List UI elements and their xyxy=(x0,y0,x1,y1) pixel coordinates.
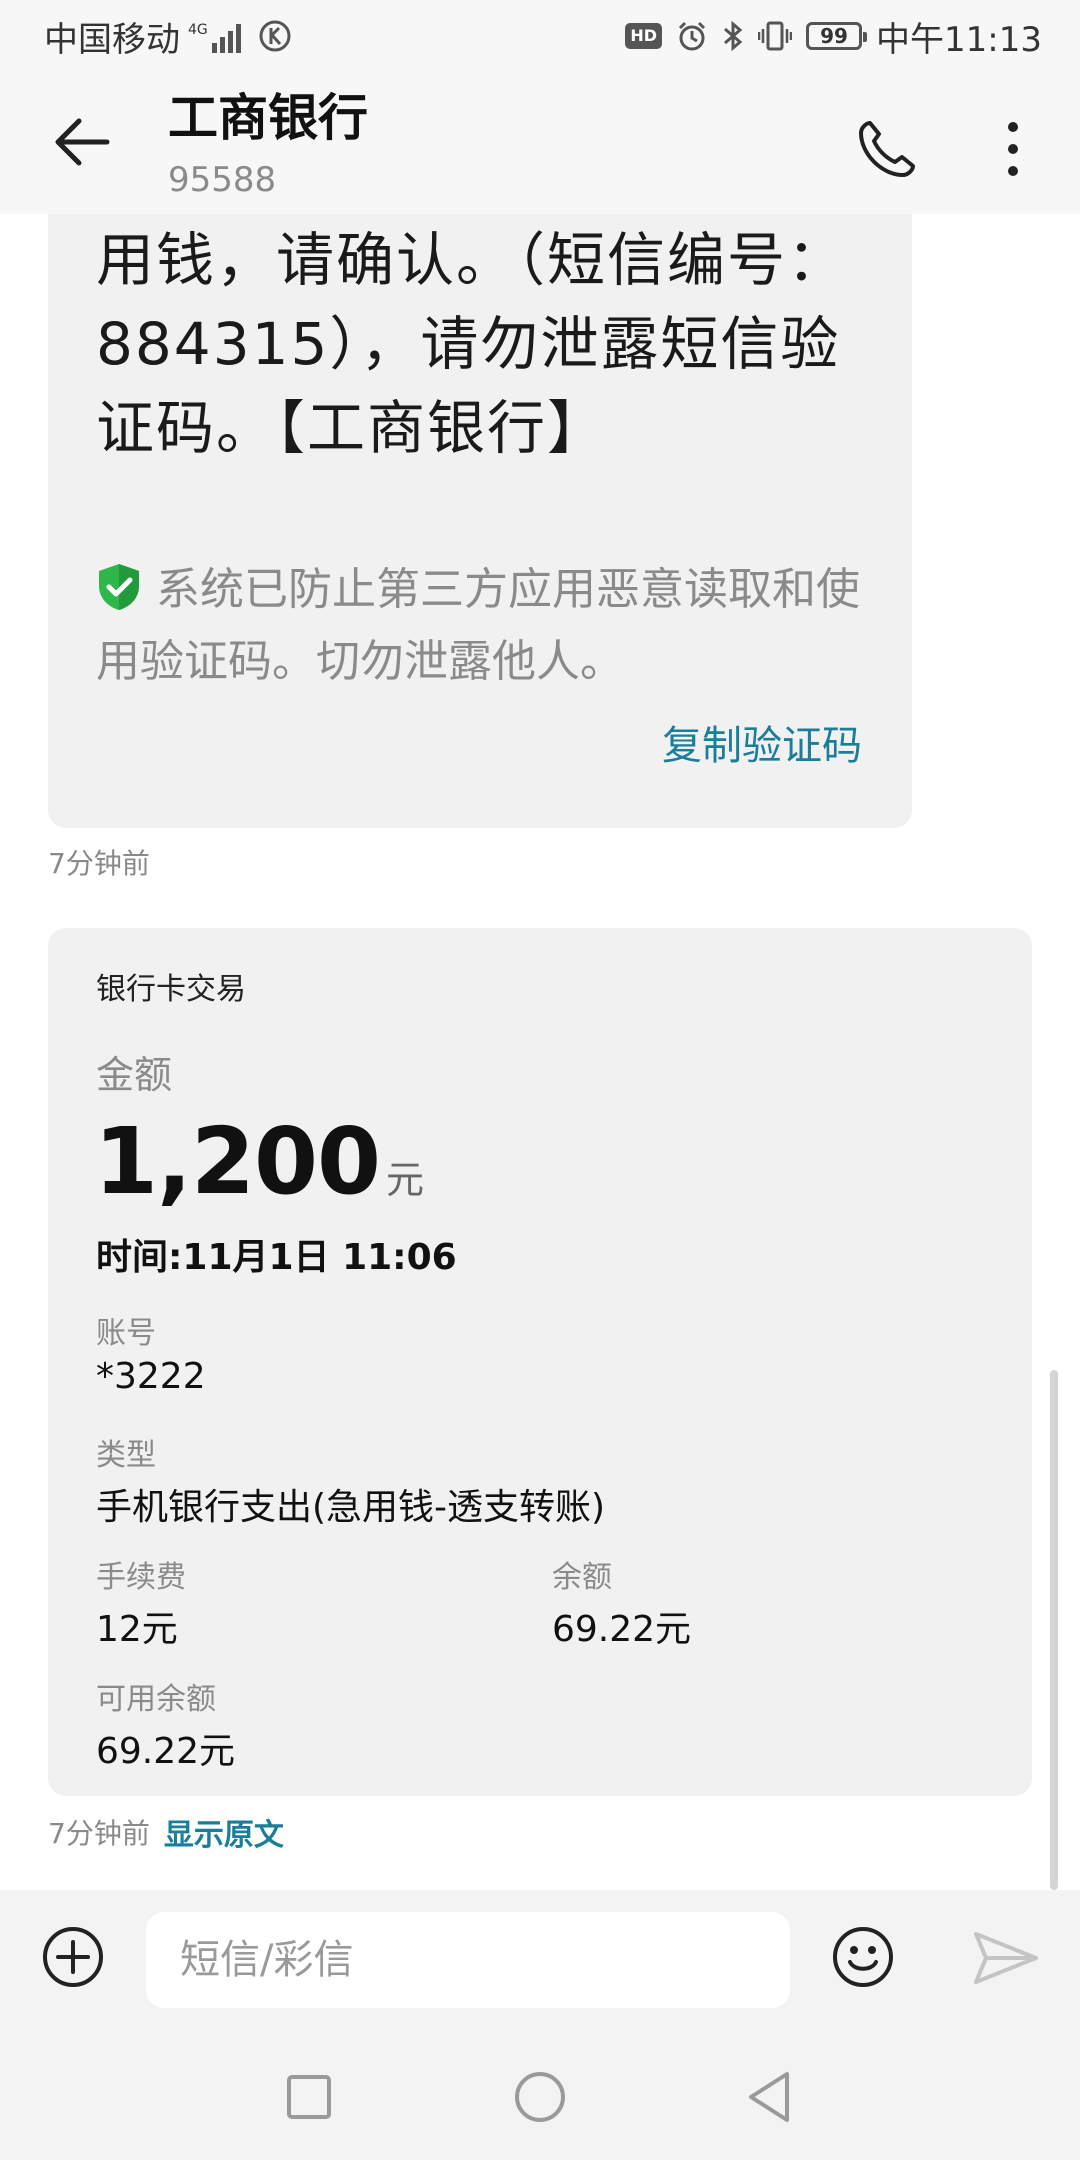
conversation-header: 工商银行 95588 xyxy=(0,72,1080,214)
more-vertical-icon xyxy=(1008,122,1018,176)
contact-number: 95588 xyxy=(168,160,277,200)
available-balance-label: 可用余额 xyxy=(96,1682,216,1717)
contact-name: 工商银行 xyxy=(168,89,368,147)
plus-circle-icon xyxy=(43,1927,103,1987)
triangle-back-icon xyxy=(749,2072,789,2122)
fee-value: 12元 xyxy=(96,1609,178,1650)
show-original-link[interactable]: 显示原文 xyxy=(164,1810,284,1854)
balance-value: 69.22元 xyxy=(552,1609,692,1650)
transaction-time: 时间:11月1日 11:06 xyxy=(96,1237,457,1278)
call-button[interactable] xyxy=(852,114,922,184)
security-note: 系统已防止第三方应用恶意读取和使用验证码。切勿泄露他人。 xyxy=(96,558,886,694)
compose-bar xyxy=(0,1890,1080,2032)
navigation-bar xyxy=(0,2032,1080,2160)
shield-check-icon xyxy=(96,562,142,630)
battery-indicator: 99 xyxy=(806,22,868,50)
add-attachment-button[interactable] xyxy=(40,1924,106,1990)
type-label: 类型 xyxy=(96,1438,156,1473)
card-timestamp: 7分钟前 xyxy=(48,1817,150,1850)
security-note-text: 系统已防止第三方应用恶意读取和使用验证码。切勿泄露他人。 xyxy=(96,564,860,687)
clock: 中午11:13 xyxy=(876,19,1042,60)
home-button[interactable] xyxy=(505,2062,575,2132)
amount-unit: 元 xyxy=(386,1158,425,1202)
network-type: 4G xyxy=(188,22,208,38)
fee-label: 手续费 xyxy=(96,1560,186,1595)
signal-strength-icon xyxy=(211,24,241,53)
sms-bubble[interactable]: 用钱，请确认。（短信编号：884315），请勿泄露短信验证码。【工商银行】 系统… xyxy=(48,214,912,828)
status-bar: 中国移动 4G HD 99 中午11:13 xyxy=(0,0,1080,72)
status-right: HD 99 中午11:13 xyxy=(625,12,1042,60)
scrollbar[interactable] xyxy=(1050,1370,1058,1890)
circle-icon xyxy=(515,2072,565,2122)
copy-code-button[interactable]: 复制验证码 xyxy=(662,718,862,774)
smiley-icon xyxy=(833,1927,893,1987)
vibrate-icon xyxy=(758,21,793,51)
bluetooth-icon xyxy=(724,20,743,52)
sms-text: 用钱，请确认。（短信编号：884315），请勿泄露短信验证码。【工商银行】 xyxy=(96,226,848,462)
available-balance-value: 69.22元 xyxy=(96,1731,236,1772)
emoji-button[interactable] xyxy=(830,1924,896,1990)
arrow-left-icon xyxy=(55,118,110,166)
type-value: 手机银行支出(急用钱-透支转账) xyxy=(96,1487,606,1528)
status-left: 中国移动 4G xyxy=(44,12,292,60)
battery-level: 99 xyxy=(820,24,848,48)
card-title: 银行卡交易 xyxy=(96,972,246,1007)
more-options-button[interactable] xyxy=(988,114,1038,184)
message-input[interactable] xyxy=(146,1912,790,2008)
transaction-card[interactable]: 银行卡交易 金额 1,200 元 时间:11月1日 11:06 账号 *3222… xyxy=(48,928,1032,1796)
k-badge-icon xyxy=(259,20,291,52)
account-value: *3222 xyxy=(96,1356,206,1397)
card-timestamp-row: 7分钟前 显示原文 xyxy=(48,1810,284,1854)
alarm-icon xyxy=(678,21,706,51)
square-icon xyxy=(287,2075,331,2119)
hd-badge: HD xyxy=(625,23,663,49)
amount-label: 金额 xyxy=(96,1053,173,1097)
send-icon xyxy=(974,1932,1038,1984)
amount-value: 1,200 xyxy=(94,1108,381,1215)
signal-indicator: 4G xyxy=(188,19,246,53)
balance-label: 余额 xyxy=(552,1560,612,1595)
amount-row: 1,200 元 xyxy=(94,1108,424,1215)
back-button[interactable] xyxy=(50,110,114,174)
recent-apps-button[interactable] xyxy=(274,2062,344,2132)
sms-timestamp: 7分钟前 xyxy=(48,847,150,880)
account-label: 账号 xyxy=(96,1316,156,1351)
send-button[interactable] xyxy=(972,1928,1040,1988)
back-nav-button[interactable] xyxy=(734,2062,804,2132)
phone-icon xyxy=(859,121,915,177)
carrier-name: 中国移动 xyxy=(44,19,180,60)
